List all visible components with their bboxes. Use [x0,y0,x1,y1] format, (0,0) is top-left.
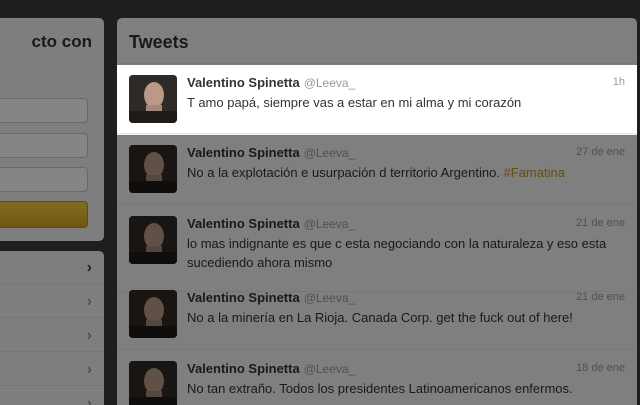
login-panel-title: cto con [31,32,92,51]
tweet-author-handle[interactable]: @Leeva_ [304,362,356,376]
login-panel: cto con [0,18,104,241]
tweet-header: Valentino Spinetta @Leeva_ [187,216,355,231]
tweet-text-body: No a la explotación e usurpación d terri… [187,165,504,180]
tweet-header: Valentino Spinetta @Leeva_ [187,75,355,90]
menu-item[interactable]: › [0,387,104,405]
tweets-panel: Tweets Valentino Spinetta @Leeva_ 1h T am… [117,18,637,405]
user-avatar[interactable] [129,361,177,405]
tweet-text: No a la minería en La Rioja. Canada Corp… [187,308,627,327]
tweet-text: No tan extraño. Todos los presidentes La… [187,379,627,398]
tweet-timestamp[interactable]: 18 de ene [576,362,625,374]
tweet-item[interactable]: Valentino Spinetta @Leeva_ 18 de ene No t… [117,351,637,405]
menu-item[interactable]: › [0,353,104,386]
menu-item[interactable]: › [0,285,104,318]
login-button[interactable] [0,201,88,228]
extra-field[interactable] [0,167,88,192]
user-avatar[interactable] [129,145,177,193]
chevron-right-icon: › [86,395,92,405]
username-field[interactable] [0,98,88,123]
tweet-text-body: No a la minería en La Rioja. Canada Corp… [187,310,573,325]
profile-menu: › › › › › [0,251,104,405]
tweet-timestamp[interactable]: 27 de ene [576,146,625,158]
tweet-header: Valentino Spinetta @Leeva_ [187,290,355,305]
tweet-item[interactable]: Valentino Spinetta @Leeva_ 27 de ene No a… [117,135,637,205]
tweet-author-name[interactable]: Valentino Spinetta [187,145,300,160]
tweet-author-handle[interactable]: @Leeva_ [304,76,356,90]
tweet-author-name[interactable]: Valentino Spinetta [187,361,300,376]
user-avatar[interactable] [129,216,177,264]
tweet-header: Valentino Spinetta @Leeva_ [187,361,355,376]
tweet-header: Valentino Spinetta @Leeva_ [187,145,355,160]
tweet-timestamp[interactable]: 21 de ene [576,217,625,229]
chevron-right-icon: › [86,361,92,378]
tweet-author-handle[interactable]: @Leeva_ [304,217,356,231]
user-avatar[interactable] [129,75,177,123]
tweet-author-name[interactable]: Valentino Spinetta [187,75,300,90]
tweet-text: No a la explotación e usurpación d terri… [187,163,627,182]
tweet-timestamp[interactable]: 1h [613,76,625,88]
tweet-text-body: T amo papá, siempre vas a estar en mi al… [187,95,522,110]
menu-item[interactable]: › [0,319,104,352]
tweet-item[interactable]: Valentino Spinetta @Leeva_ 1h T amo papá,… [117,65,637,134]
tweet-author-name[interactable]: Valentino Spinetta [187,290,300,305]
tweet-text-body: lo mas indignante es que c esta negocian… [187,236,607,270]
tweet-hashtag-link[interactable]: #Famatina [504,165,565,180]
tweet-text-body: No tan extraño. Todos los presidentes La… [187,381,573,396]
tweet-text: lo mas indignante es que c esta negocian… [187,234,627,272]
tweet-timestamp[interactable]: 21 de ene [576,291,625,303]
chevron-right-icon: › [86,327,92,344]
tweet-author-name[interactable]: Valentino Spinetta [187,216,300,231]
tweet-author-handle[interactable]: @Leeva_ [304,146,356,160]
menu-item[interactable]: › [0,251,104,284]
tweets-title: Tweets [129,32,189,52]
chevron-right-icon: › [86,293,92,310]
tweets-header: Tweets [117,18,637,64]
tweet-text: T amo papá, siempre vas a estar en mi al… [187,93,627,112]
tweet-item[interactable]: Valentino Spinetta @Leeva_ 21 de ene No a… [117,280,637,350]
chevron-right-icon: › [86,259,92,276]
password-field[interactable] [0,133,88,158]
user-avatar[interactable] [129,290,177,338]
tweet-author-handle[interactable]: @Leeva_ [304,291,356,305]
